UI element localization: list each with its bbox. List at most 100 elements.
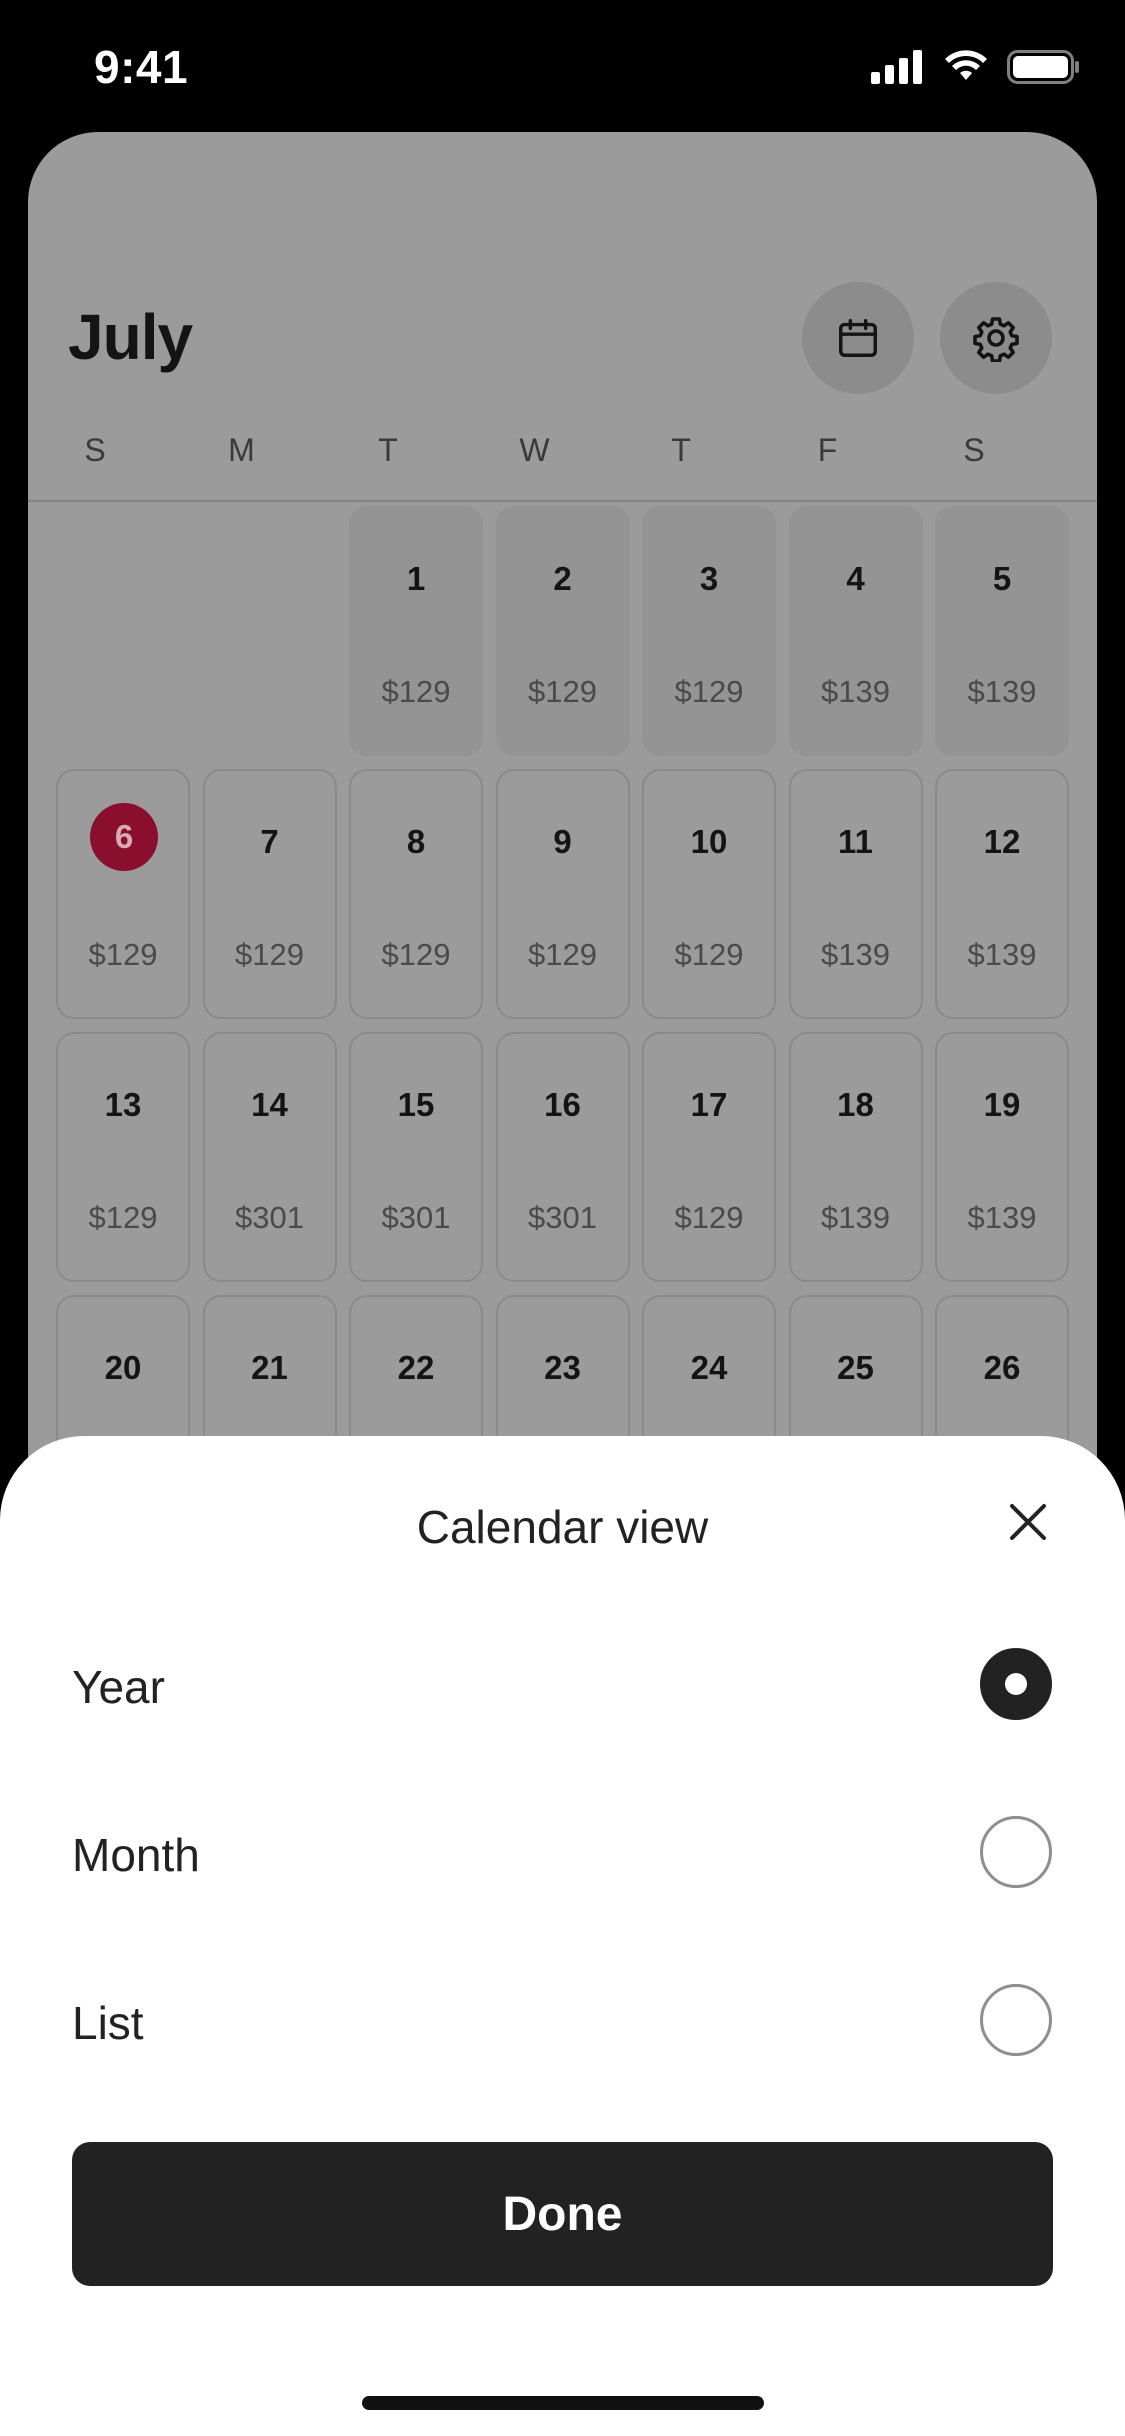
day-cell[interactable]: 11 $139 (788, 769, 923, 1019)
day-number: 14 (251, 1086, 288, 1123)
radio-button[interactable] (980, 1816, 1052, 1888)
day-number: 22 (397, 1349, 435, 1386)
weekday-label: S (963, 432, 985, 468)
day-price: $129 (528, 674, 597, 709)
day-number: 17 (690, 1086, 728, 1123)
day-cell[interactable]: 13 $129 (56, 1032, 190, 1282)
weekday-label: S (84, 432, 106, 468)
screen: 9:41 July S M T W T F S 1 $129 2 $129 3 … (0, 0, 1125, 2436)
day-price: $301 (235, 1200, 304, 1235)
day-number: 5 (992, 560, 1012, 597)
day-number: 15 (397, 1086, 435, 1123)
day-price: $129 (381, 937, 451, 972)
day-price: $139 (821, 674, 890, 709)
day-cell[interactable]: 12 $139 (935, 769, 1069, 1019)
option-label: Year (72, 1661, 165, 1713)
day-price: $129 (88, 1200, 158, 1235)
weekday-label: M (228, 432, 255, 468)
day-number: 25 (837, 1349, 874, 1386)
day-number: 1 (406, 560, 426, 597)
day-price: $139 (821, 1200, 890, 1235)
day-number: 24 (690, 1349, 728, 1386)
day-number: 23 (544, 1349, 581, 1386)
calendar-icon (839, 319, 877, 357)
status-time: 9:41 (94, 41, 189, 93)
battery-icon (1007, 50, 1079, 84)
day-number: 10 (690, 823, 728, 860)
day-number: 6 (90, 803, 158, 871)
close-button[interactable] (998, 1492, 1058, 1552)
day-cell[interactable]: 2 $129 (495, 506, 630, 756)
day-cell[interactable]: 5 $139 (935, 506, 1069, 756)
option-label: List (72, 1997, 144, 2049)
weekday-label: W (519, 432, 550, 468)
day-cell[interactable]: 1 $129 (349, 506, 483, 756)
day-price: $129 (235, 937, 304, 972)
day-number: 13 (104, 1086, 142, 1123)
day-number: 7 (260, 823, 279, 860)
day-price: $129 (88, 937, 158, 972)
day-number: 2 (553, 560, 572, 597)
weekday-label: T (671, 432, 691, 468)
day-number: 26 (983, 1349, 1021, 1386)
wifi-icon (945, 50, 987, 80)
option-list[interactable]: List (0, 1950, 1125, 2090)
day-price: $139 (967, 1200, 1037, 1235)
close-icon (1010, 1504, 1046, 1540)
day-cell[interactable]: 15 $301 (349, 1032, 483, 1282)
day-number: 20 (104, 1349, 142, 1386)
day-cell[interactable]: 9 $129 (495, 769, 630, 1019)
calendar-view-button[interactable] (802, 282, 914, 394)
weekday-label: T (378, 432, 398, 468)
day-cell-today[interactable]: 6 $129 (56, 769, 190, 1019)
day-price: $139 (967, 674, 1037, 709)
option-label: Month (72, 1829, 200, 1881)
calendar-view-sheet: Calendar view Year Month List Done (0, 1436, 1125, 2436)
day-number: 8 (406, 823, 426, 860)
day-price: $129 (528, 937, 597, 972)
day-number: 16 (544, 1086, 581, 1123)
radio-button[interactable] (980, 1984, 1052, 2056)
day-cell[interactable]: 16 $301 (495, 1032, 630, 1282)
day-number: 18 (837, 1086, 874, 1123)
day-price: $129 (674, 674, 744, 709)
day-cell[interactable]: 7 $129 (202, 769, 337, 1019)
settings-button[interactable] (940, 282, 1052, 394)
radio-button[interactable] (980, 1648, 1052, 1720)
done-button[interactable]: Done (72, 2142, 1053, 2286)
day-cell[interactable]: 4 $139 (788, 506, 923, 756)
day-price: $129 (381, 674, 451, 709)
option-month[interactable]: Month (0, 1782, 1125, 1922)
weekday-label: F (817, 432, 838, 468)
day-number: 11 (838, 823, 873, 860)
day-number: 19 (983, 1086, 1021, 1123)
day-number: 21 (251, 1349, 288, 1386)
day-price: $139 (967, 937, 1037, 972)
day-price: $129 (674, 937, 744, 972)
day-price: $139 (821, 937, 890, 972)
day-cell[interactable]: 3 $129 (642, 506, 776, 756)
day-price: $129 (674, 1200, 744, 1235)
day-number: 3 (699, 560, 719, 597)
weekday-header: S M T W T F S (28, 432, 1097, 472)
day-number: 9 (553, 823, 572, 860)
option-year[interactable]: Year (0, 1614, 1125, 1754)
day-number: 12 (983, 823, 1021, 860)
cellular-signal-icon (871, 50, 922, 84)
status-bar: 9:41 (0, 0, 1125, 132)
status-icons (871, 50, 1081, 84)
sheet-title: Calendar view (416, 1501, 709, 1553)
day-cell[interactable]: 14 $301 (202, 1032, 337, 1282)
day-cell[interactable]: 8 $129 (349, 769, 483, 1019)
calendar-divider (28, 500, 1097, 502)
day-cell[interactable]: 17 $129 (642, 1032, 776, 1282)
day-number: 4 (846, 560, 865, 597)
day-cell[interactable]: 19 $139 (935, 1032, 1069, 1282)
day-price: $301 (528, 1200, 597, 1235)
gear-icon (973, 317, 1019, 362)
month-title: July (68, 301, 193, 373)
day-cell[interactable]: 10 $129 (642, 769, 776, 1019)
day-price: $301 (381, 1200, 451, 1235)
home-indicator (362, 2396, 764, 2410)
day-cell[interactable]: 18 $139 (788, 1032, 923, 1282)
